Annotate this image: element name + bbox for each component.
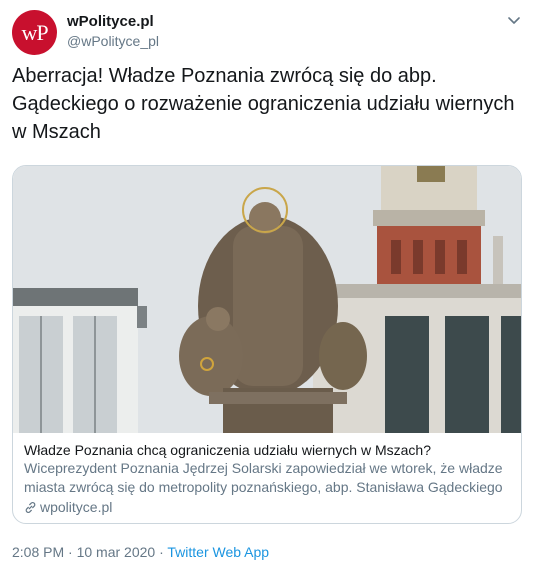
avatar-logo-text: wP [21,19,48,45]
card-domain-text: wpolityce.pl [40,499,113,515]
card-image[interactable] [13,166,521,433]
tweet-text: Aberracja! Władze Poznania zwrócą się do… [12,65,515,143]
card-description: Wiceprezydent Poznania Jędrzej Solarski … [24,460,503,495]
tweet-date[interactable]: 10 mar 2020 [77,544,156,560]
tweet-source[interactable]: Twitter Web App [167,544,269,560]
meta-separator: · [159,544,164,560]
account-handle[interactable]: @wPolityce_pl [67,33,159,49]
account-name[interactable]: wPolityce.pl [67,13,154,30]
card-body: Władze Poznania chcą ograniczenia udział… [13,433,521,517]
tweet-time[interactable]: 2:08 PM [12,544,64,560]
avatar[interactable]: wP [12,10,57,55]
tweet-meta: 2:08 PM · 10 mar 2020 · Twitter Web App [12,544,269,560]
card-domain[interactable]: wpolityce.pl [24,498,510,517]
chevron-down-icon[interactable] [506,12,522,28]
tweet: wP wPolityce.pl @wPolityce_pl Aberracja!… [0,0,536,569]
link-card[interactable]: Władze Poznania chcą ograniczenia udział… [12,165,522,524]
meta-separator: · [68,544,73,560]
link-icon [25,502,36,513]
card-title[interactable]: Władze Poznania chcą ograniczenia udział… [24,441,510,459]
